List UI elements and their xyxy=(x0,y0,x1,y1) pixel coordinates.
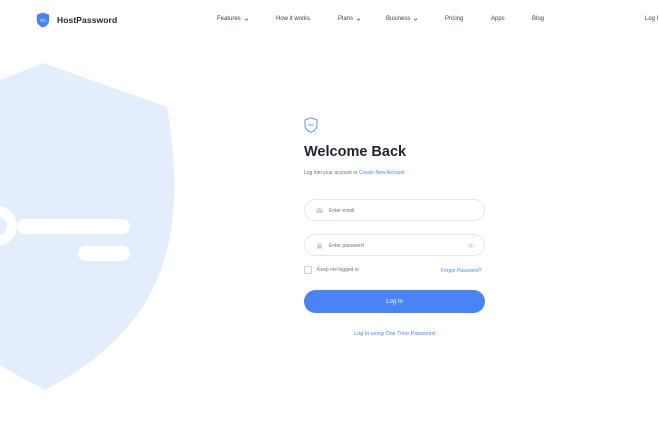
nav-how-it-works[interactable]: How it works xyxy=(276,16,310,22)
login-subtitle: Log into your account or Create New Acco… xyxy=(304,170,405,176)
email-field[interactable] xyxy=(304,199,485,221)
nav-plans[interactable]: Plans xyxy=(338,16,361,22)
brand-name: HostPassword xyxy=(57,15,118,25)
nav-login-link[interactable]: Log I xyxy=(645,16,658,22)
remember-label: Keep me logged in xyxy=(317,267,359,273)
nav-business[interactable]: Business xyxy=(386,16,418,22)
lock-icon xyxy=(317,242,322,249)
login-button[interactable]: Log In xyxy=(304,290,485,313)
email-input[interactable] xyxy=(329,204,459,217)
create-account-link[interactable]: Create New Account xyxy=(359,170,405,176)
subtitle-text: Log into your account or xyxy=(304,170,358,176)
key-tooth xyxy=(78,246,130,261)
chevron-down-icon xyxy=(414,18,418,21)
chevron-down-icon xyxy=(356,18,361,21)
shield-icon: Onu xyxy=(304,117,318,133)
chevron-down-icon xyxy=(244,18,248,21)
nav-how-it-works-label: How it works xyxy=(276,16,311,22)
nav-pricing-label: Pricing xyxy=(445,16,464,22)
top-navigation: Onu HostPassword Features How it works P… xyxy=(0,0,659,40)
nav-business-label: Business xyxy=(386,16,411,22)
brand-logo[interactable]: Onu HostPassword xyxy=(36,12,117,28)
nav-plans-label: Plans xyxy=(338,16,354,22)
logo-mark-text: Onu xyxy=(40,18,47,22)
shield-icon: Onu xyxy=(36,12,50,28)
forgot-password-link[interactable]: Forgot Password? xyxy=(441,268,482,274)
remember-checkbox[interactable] xyxy=(304,266,312,274)
nav-blog-label: Blog xyxy=(532,16,545,22)
panel-icon-text: Onu xyxy=(308,123,314,127)
otp-login-link[interactable]: Log in using One Time Password xyxy=(304,331,485,337)
envelope-icon xyxy=(316,208,323,213)
password-field[interactable] xyxy=(304,234,485,256)
nav-features-label: Features xyxy=(217,16,241,22)
password-input[interactable] xyxy=(329,239,459,252)
key-shaft xyxy=(17,219,130,234)
nav-pricing[interactable]: Pricing xyxy=(445,16,463,22)
remember-me[interactable]: Keep me logged in xyxy=(304,266,359,274)
nav-features[interactable]: Features xyxy=(217,16,249,22)
nav-blog[interactable]: Blog xyxy=(532,16,544,22)
shield-key-illustration xyxy=(0,63,175,390)
eye-icon[interactable] xyxy=(467,242,475,249)
page-title: Welcome Back xyxy=(304,144,407,160)
nav-apps-label: Apps xyxy=(491,16,505,22)
nav-apps[interactable]: Apps xyxy=(491,16,505,22)
